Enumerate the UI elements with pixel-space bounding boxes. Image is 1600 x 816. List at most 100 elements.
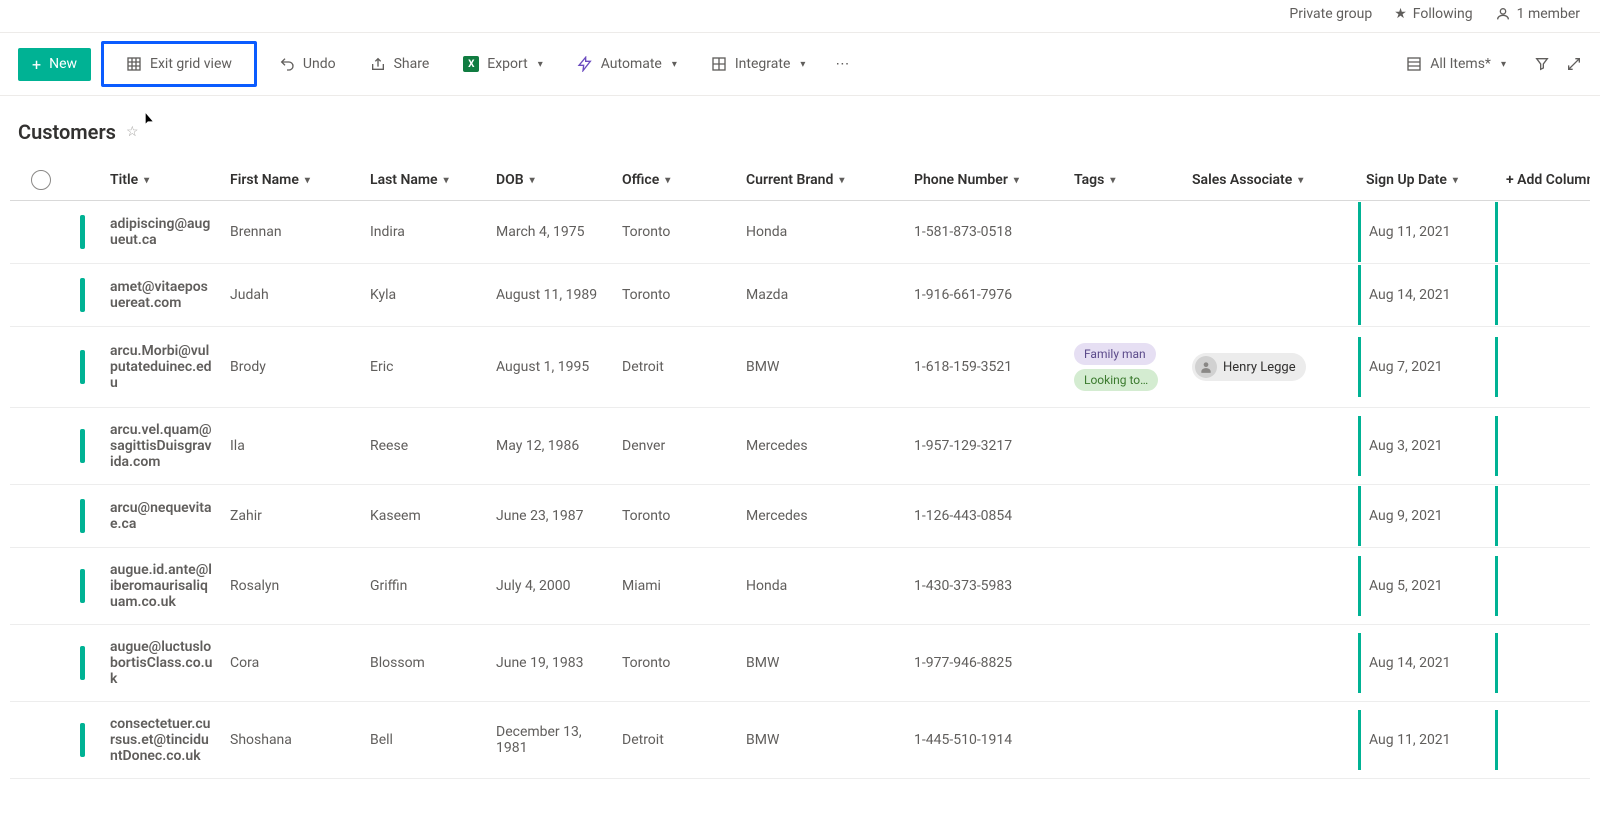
cell-tags[interactable] [1066, 702, 1184, 779]
cell-phone[interactable]: 1-430-373-5983 [906, 548, 1066, 625]
cell-office[interactable]: Toronto [614, 201, 738, 264]
cell-phone[interactable]: 1-581-873-0518 [906, 201, 1066, 264]
cell-last-name[interactable]: Bell [362, 702, 488, 779]
cell-phone[interactable]: 1-977-946-8825 [906, 625, 1066, 702]
cell-sales-associate[interactable] [1184, 702, 1358, 779]
table-row[interactable]: arcu@nequevitae.caZahirKaseemJune 23, 19… [10, 485, 1590, 548]
cell-brand[interactable]: BMW [738, 625, 906, 702]
row-select[interactable] [10, 264, 72, 327]
person-pill[interactable]: Henry Legge [1192, 353, 1306, 381]
cell-signup-date[interactable]: Aug 11, 2021 [1358, 702, 1498, 779]
cell-phone[interactable]: 1-618-159-3521 [906, 327, 1066, 408]
cell-first-name[interactable]: Judah [222, 264, 362, 327]
cell-first-name[interactable]: Brody [222, 327, 362, 408]
cell-dob[interactable]: June 23, 1987 [488, 485, 614, 548]
cell-title[interactable]: arcu@nequevitae.ca [102, 485, 222, 548]
table-row[interactable]: arcu.vel.quam@sagittisDuisgravida.comIla… [10, 408, 1590, 485]
column-header-title[interactable]: Title▾ [102, 160, 222, 201]
cell-sales-associate[interactable] [1184, 408, 1358, 485]
row-select[interactable] [10, 327, 72, 408]
cell-sales-associate[interactable] [1184, 548, 1358, 625]
integrate-button[interactable]: Integrate ▾ [699, 49, 818, 79]
select-all-header[interactable] [10, 160, 72, 201]
cell-signup-date[interactable]: Aug 9, 2021 [1358, 485, 1498, 548]
export-button[interactable]: X Export ▾ [451, 49, 554, 79]
cell-brand[interactable]: BMW [738, 327, 906, 408]
cell-signup-date[interactable]: Aug 7, 2021 [1358, 327, 1498, 408]
cell-last-name[interactable]: Kaseem [362, 485, 488, 548]
cell-first-name[interactable]: Zahir [222, 485, 362, 548]
expand-icon[interactable] [1566, 56, 1582, 72]
column-header-brand[interactable]: Current Brand▾ [738, 160, 906, 201]
table-row[interactable]: consectetuer.cursus.et@tinciduntDonec.co… [10, 702, 1590, 779]
cell-signup-date[interactable]: Aug 3, 2021 [1358, 408, 1498, 485]
cell-first-name[interactable]: Brennan [222, 201, 362, 264]
cell-tags[interactable] [1066, 548, 1184, 625]
cell-brand[interactable]: Honda [738, 548, 906, 625]
cell-brand[interactable]: Honda [738, 201, 906, 264]
column-header-dob[interactable]: DOB▾ [488, 160, 614, 201]
automate-button[interactable]: Automate ▾ [565, 49, 689, 79]
column-header-last-name[interactable]: Last Name▾ [362, 160, 488, 201]
cell-tags[interactable]: Family man Looking to… [1066, 327, 1184, 408]
cell-first-name[interactable]: Shoshana [222, 702, 362, 779]
tag-pill[interactable]: Family man [1074, 343, 1156, 365]
cell-tags[interactable] [1066, 485, 1184, 548]
cell-office[interactable]: Miami [614, 548, 738, 625]
cell-office[interactable]: Detroit [614, 702, 738, 779]
cell-title[interactable]: arcu.Morbi@vulputateduinec.edu [102, 327, 222, 408]
add-column-button[interactable]: + Add Column▾ [1498, 160, 1590, 201]
view-switcher[interactable]: All Items* ▾ [1394, 49, 1518, 79]
grid-container[interactable]: Title▾ First Name▾ Last Name▾ DOB▾ Offic… [10, 160, 1590, 800]
column-header-sales-associate[interactable]: Sales Associate▾ [1184, 160, 1358, 201]
column-header-phone[interactable]: Phone Number▾ [906, 160, 1066, 201]
cell-title[interactable]: augue.id.ante@liberomaurisaliquam.co.uk [102, 548, 222, 625]
cell-brand[interactable]: BMW [738, 702, 906, 779]
tag-pill[interactable]: Looking to… [1074, 369, 1158, 391]
column-header-tags[interactable]: Tags▾ [1066, 160, 1184, 201]
cell-last-name[interactable]: Reese [362, 408, 488, 485]
cell-dob[interactable]: May 12, 1986 [488, 408, 614, 485]
members-button[interactable]: 1 member [1495, 6, 1580, 22]
cell-phone[interactable]: 1-916-661-7976 [906, 264, 1066, 327]
cell-tags[interactable] [1066, 264, 1184, 327]
cell-last-name[interactable]: Kyla [362, 264, 488, 327]
cell-tags[interactable] [1066, 625, 1184, 702]
cell-sales-associate[interactable] [1184, 264, 1358, 327]
table-row[interactable]: augue.id.ante@liberomaurisaliquam.co.ukR… [10, 548, 1590, 625]
cell-dob[interactable]: March 4, 1975 [488, 201, 614, 264]
cell-signup-date[interactable]: Aug 11, 2021 [1358, 201, 1498, 264]
cell-brand[interactable]: Mercedes [738, 408, 906, 485]
cell-title[interactable]: arcu.vel.quam@sagittisDuisgravida.com [102, 408, 222, 485]
cell-tags[interactable] [1066, 201, 1184, 264]
cell-phone[interactable]: 1-126-443-0854 [906, 485, 1066, 548]
table-row[interactable]: amet@vitaeposuereat.comJudahKylaAugust 1… [10, 264, 1590, 327]
cell-signup-date[interactable]: Aug 14, 2021 [1358, 264, 1498, 327]
table-row[interactable]: augue@luctuslobortisClass.co.ukCoraBloss… [10, 625, 1590, 702]
cell-signup-date[interactable]: Aug 14, 2021 [1358, 625, 1498, 702]
share-button[interactable]: Share [358, 49, 442, 79]
cell-first-name[interactable]: Rosalyn [222, 548, 362, 625]
cell-last-name[interactable]: Eric [362, 327, 488, 408]
more-button[interactable]: ⋯ [827, 49, 857, 79]
column-header-signup[interactable]: Sign Up Date▾ [1358, 160, 1498, 201]
cell-brand[interactable]: Mercedes [738, 485, 906, 548]
cell-dob[interactable]: August 1, 1995 [488, 327, 614, 408]
row-select[interactable] [10, 625, 72, 702]
table-row[interactable]: arcu.Morbi@vulputateduinec.eduBrodyEricA… [10, 327, 1590, 408]
cell-phone[interactable]: 1-445-510-1914 [906, 702, 1066, 779]
cell-signup-date[interactable]: Aug 5, 2021 [1358, 548, 1498, 625]
table-row[interactable]: adipiscing@augueut.caBrennanIndiraMarch … [10, 201, 1590, 264]
cell-sales-associate[interactable]: Henry Legge [1184, 327, 1358, 408]
cell-last-name[interactable]: Indira [362, 201, 488, 264]
column-header-first-name[interactable]: First Name▾ [222, 160, 362, 201]
cell-tags[interactable] [1066, 408, 1184, 485]
cell-first-name[interactable]: Cora [222, 625, 362, 702]
cell-sales-associate[interactable] [1184, 485, 1358, 548]
cell-office[interactable]: Toronto [614, 485, 738, 548]
cell-title[interactable]: amet@vitaeposuereat.com [102, 264, 222, 327]
cell-first-name[interactable]: Ila [222, 408, 362, 485]
cell-last-name[interactable]: Blossom [362, 625, 488, 702]
undo-button[interactable]: Undo [267, 49, 348, 79]
cell-title[interactable]: adipiscing@augueut.ca [102, 201, 222, 264]
